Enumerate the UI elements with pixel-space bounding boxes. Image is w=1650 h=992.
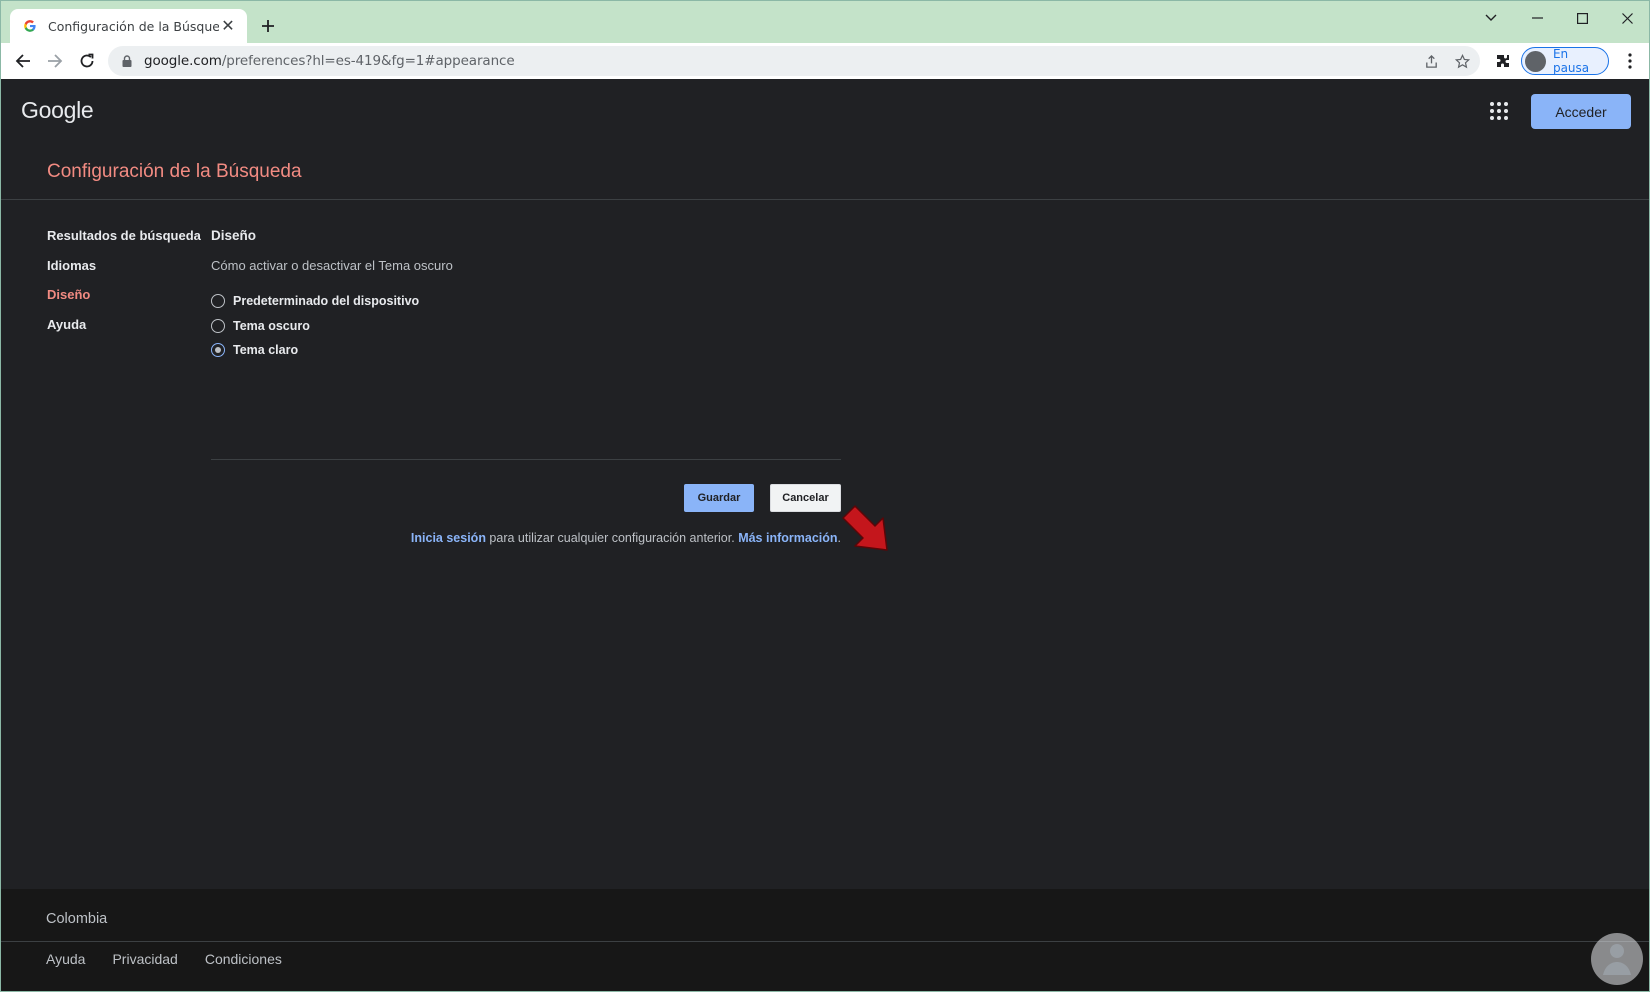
maximize-icon <box>1576 12 1588 24</box>
option-label: Tema claro <box>233 343 299 358</box>
minimize-button[interactable] <box>1522 6 1552 30</box>
url-text: google.com/preferences?hl=es-419&fg=1#ap… <box>144 53 515 69</box>
footer-divider <box>1 941 1649 942</box>
sidebar-item-help[interactable]: Ayuda <box>47 317 201 347</box>
google-apps-grid-icon[interactable] <box>1487 99 1511 123</box>
signin-link[interactable]: Inicia sesión <box>411 531 486 545</box>
footer-link-terms[interactable]: Condiciones <box>205 951 282 967</box>
save-button[interactable]: Guardar <box>684 484 754 512</box>
reload-button[interactable] <box>73 47 101 75</box>
lock-icon[interactable] <box>120 54 134 68</box>
kebab-menu-icon <box>1628 53 1632 69</box>
minimize-icon <box>1531 17 1543 19</box>
note-text: para utilizar cualquier configuración an… <box>485 531 739 545</box>
new-tab-button[interactable] <box>257 15 279 37</box>
option-label: Predeterminado del dispositivo <box>233 294 420 309</box>
bookmark-star-icon[interactable] <box>1451 50 1473 72</box>
chevron-down-icon <box>1485 14 1497 21</box>
signin-note: Inicia sesión para utilizar cualquier co… <box>411 531 841 545</box>
browser-tab[interactable]: Configuración de la Búsqueda ✕ <box>10 9 247 43</box>
footer-link-help[interactable]: Ayuda <box>46 951 85 967</box>
profile-button[interactable]: En pausa <box>1521 47 1609 75</box>
forward-button[interactable] <box>41 47 69 75</box>
browser-toolbar: google.com/preferences?hl=es-419&fg=1#ap… <box>1 43 1649 79</box>
appearance-section: Diseño Cómo activar o desactivar el Tema… <box>211 228 888 551</box>
red-arrow-annotation-icon <box>842 505 888 551</box>
back-button[interactable] <box>9 47 37 75</box>
extensions-puzzle-icon[interactable] <box>1492 50 1514 72</box>
radio-button[interactable] <box>211 318 225 333</box>
tab-title: Configuración de la Búsqueda <box>48 18 219 34</box>
option-light-theme[interactable]: Tema claro <box>211 338 841 363</box>
footer-link-privacy[interactable]: Privacidad <box>112 951 177 967</box>
url-host: google.com <box>144 53 222 69</box>
arrow-right-icon <box>48 54 63 68</box>
title-bar: Configuración de la Búsqueda ✕ <box>1 1 1649 43</box>
option-dark-theme[interactable]: Tema oscuro <box>211 314 841 339</box>
google-favicon-icon <box>22 18 38 34</box>
footer-country: Colombia <box>46 911 108 927</box>
header-divider <box>1 199 1649 200</box>
tab-search-button[interactable] <box>1476 6 1506 30</box>
close-tab-icon[interactable]: ✕ <box>219 17 237 35</box>
address-bar[interactable]: google.com/preferences?hl=es-419&fg=1#ap… <box>108 46 1480 76</box>
site-watermark-logo-icon <box>1591 933 1643 985</box>
plus-icon <box>262 20 274 32</box>
close-icon <box>1621 12 1633 24</box>
option-device-default[interactable]: Predeterminado del dispositivo <box>211 289 841 314</box>
footer-links: Ayuda Privacidad Condiciones <box>46 951 309 967</box>
page-footer: Colombia Ayuda Privacidad Condiciones <box>1 889 1649 991</box>
radio-button[interactable] <box>211 294 225 309</box>
option-label: Tema oscuro <box>233 318 310 333</box>
close-window-button[interactable] <box>1612 6 1642 30</box>
share-icon[interactable] <box>1420 50 1442 72</box>
google-preferences-page: Google Acceder Configuración de la Búsqu… <box>1 79 1649 991</box>
sidebar-item-search-results[interactable]: Resultados de búsqueda <box>47 228 201 258</box>
sidebar-item-languages[interactable]: Idiomas <box>47 258 201 288</box>
section-description: Cómo activar o desactivar el Tema oscuro <box>211 258 453 273</box>
browser-window: Configuración de la Búsqueda ✕ google.co… <box>0 0 1650 992</box>
settings-sidebar: Resultados de búsqueda Idiomas Diseño Ay… <box>47 228 201 346</box>
sidebar-item-design[interactable]: Diseño <box>47 287 201 317</box>
radio-button-selected[interactable] <box>211 343 225 358</box>
more-info-link[interactable]: Más información <box>738 531 837 545</box>
google-logo[interactable]: Google <box>21 97 94 124</box>
browser-menu-button[interactable] <box>1619 49 1641 73</box>
maximize-button[interactable] <box>1567 6 1597 30</box>
page-title: Configuración de la Búsqueda <box>47 161 302 182</box>
profile-status: En pausa <box>1552 47 1590 75</box>
cancel-button[interactable]: Cancelar <box>770 484 841 512</box>
signin-button[interactable]: Acceder <box>1531 94 1631 129</box>
url-path: /preferences?hl=es-419&fg=1#appearance <box>221 53 515 69</box>
arrow-left-icon <box>15 54 30 68</box>
content-divider <box>211 459 841 460</box>
avatar <box>1525 50 1546 72</box>
reload-icon <box>80 53 94 68</box>
section-title: Diseño <box>211 228 257 243</box>
